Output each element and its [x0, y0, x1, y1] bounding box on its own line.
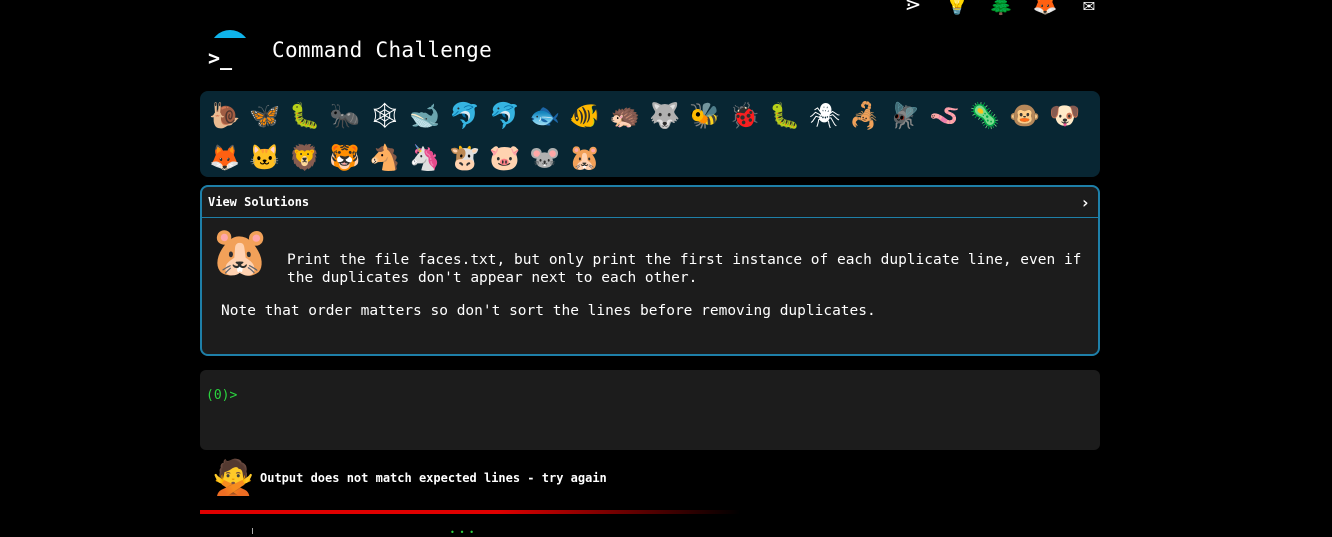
- mail-icon[interactable]: ✉: [1076, 0, 1102, 16]
- fox-icon[interactable]: 🦊: [205, 137, 245, 179]
- hamster-icon: 🐹: [210, 224, 270, 280]
- worm-2-icon[interactable]: 🪱: [925, 95, 965, 137]
- divider-tick: [252, 528, 253, 534]
- header: >_ Command Challenge: [208, 28, 492, 72]
- tiger-icon[interactable]: 🐯: [325, 137, 365, 179]
- butterfly-icon[interactable]: 🦋: [245, 95, 285, 137]
- spider-web-icon[interactable]: 🕸: [365, 95, 405, 137]
- spider-icon[interactable]: 🕷: [805, 95, 845, 137]
- error-bar: [200, 510, 740, 514]
- ant-icon[interactable]: 🐜: [325, 95, 365, 137]
- challenge-description: Print the file faces.txt, but only print…: [287, 252, 1082, 286]
- hedgehog-icon[interactable]: 🦔: [605, 95, 645, 137]
- worm-icon[interactable]: 🐛: [765, 95, 805, 137]
- snail-icon[interactable]: 🐌: [205, 95, 245, 137]
- hamster-icon[interactable]: 🐹: [565, 137, 605, 179]
- result-message: 🙅 Output does not match expected lines -…: [212, 458, 607, 498]
- idea-icon[interactable]: 💡: [944, 0, 970, 16]
- challenge-icon-grid: 🐌 🦋 🐛 🐜 🕸 🐋 🐬 🐬 🐟 🐠 🦔 🐺 🐝 🐞 🐛 🕷 🦂 🪰 🪱 🦠 🐵 🐶 🦊 🐱 🦁 🐯 🐴 🦄 🐮 🐷 🐭 🐹: [200, 91, 1100, 179]
- view-solutions-label: View Solutions: [208, 195, 310, 209]
- wolf-icon[interactable]: 🐺: [645, 95, 685, 137]
- dolphin-2-icon[interactable]: 🐬: [485, 95, 525, 137]
- cow-icon[interactable]: 🐮: [445, 137, 485, 179]
- result-text: Output does not match expected lines - t…: [260, 471, 607, 485]
- tropical-fish-icon[interactable]: 🐠: [565, 95, 605, 137]
- page-title: Command Challenge: [272, 38, 493, 62]
- terminal-prompt-icon: >_: [208, 46, 233, 70]
- pig-icon[interactable]: 🐷: [485, 137, 525, 179]
- challenge-icon-bar: 🐌 🦋 🐛 🐜 🕸 🐋 🐬 🐬 🐟 🐠 🦔 🐺 🐝 🐞 🐛 🕷 🦂 🪰 🪱 🦠 🐵 🐶 🦊 🐱 🦁 🐯 🐴 🦄 🐮 🐷 🐭 🐹: [200, 91, 1100, 177]
- terminal-prompt: (0)>: [206, 388, 238, 403]
- gesture-no-icon: 🙅: [212, 458, 255, 498]
- challenge-panel: View Solutions › 🐹 Print the file faces.…: [200, 185, 1100, 356]
- top-nav: ⋗ 💡 🌲 🦊 ✉: [900, 0, 1102, 16]
- logo[interactable]: >_: [208, 28, 250, 72]
- fish-icon[interactable]: 🐟: [525, 95, 565, 137]
- tree-icon[interactable]: 🌲: [988, 0, 1014, 16]
- dog-icon[interactable]: 🐶: [1045, 95, 1085, 137]
- fly-icon[interactable]: 🪰: [885, 95, 925, 137]
- challenge-note: Note that order matters so don't sort th…: [221, 303, 876, 319]
- mouse-icon[interactable]: 🐭: [525, 137, 565, 179]
- ladybug-icon[interactable]: 🐞: [725, 95, 765, 137]
- terminal-icon[interactable]: ⋗: [900, 0, 926, 16]
- bee-icon[interactable]: 🐝: [685, 95, 725, 137]
- caterpillar-icon[interactable]: 🐛: [285, 95, 325, 137]
- view-solutions-toggle[interactable]: View Solutions ›: [202, 187, 1098, 218]
- scorpion-icon[interactable]: 🦂: [845, 95, 885, 137]
- unicorn-icon[interactable]: 🦄: [405, 137, 445, 179]
- chevron-right-icon[interactable]: ›: [1080, 193, 1090, 212]
- dolphin-icon[interactable]: 🐬: [445, 95, 485, 137]
- lion-icon[interactable]: 🦁: [285, 137, 325, 179]
- cat-icon[interactable]: 🐱: [245, 137, 285, 179]
- microbe-icon[interactable]: 🦠: [965, 95, 1005, 137]
- whale-icon[interactable]: 🐋: [405, 95, 445, 137]
- monkey-icon[interactable]: 🐵: [1005, 95, 1045, 137]
- horse-icon[interactable]: 🐴: [365, 137, 405, 179]
- footer-dots: • • •: [450, 528, 475, 537]
- gitlab-icon[interactable]: 🦊: [1032, 0, 1058, 16]
- terminal-input[interactable]: (0)>: [200, 370, 1100, 450]
